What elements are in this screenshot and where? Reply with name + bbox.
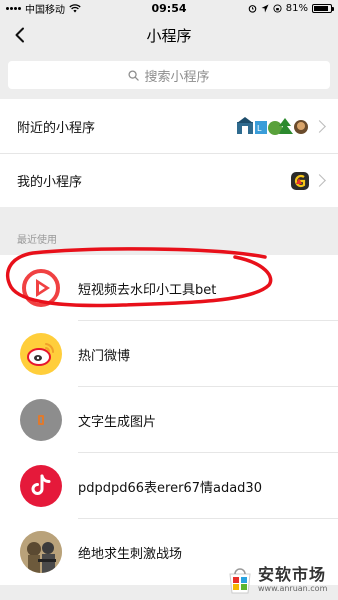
recent-item-label: pdpdpd66表erer67情adad30 (78, 480, 262, 496)
nav-bar: 小程序 (0, 17, 338, 53)
nearby-label: 附近的小程序 (17, 120, 96, 136)
page-title: 小程序 (146, 26, 192, 45)
search-placeholder: 搜索小程序 (144, 69, 210, 85)
recent-item-text-image[interactable]: 文字生成图片 (0, 387, 338, 453)
recent-item-video-watermark[interactable]: 短视频去水印小工具bet (0, 255, 338, 321)
nearby-miniprograms-row[interactable]: 附近的小程序 L (0, 99, 338, 153)
recent-section-label: 最近使用 (17, 235, 57, 246)
pubg-icon (20, 531, 62, 573)
recent-item-label: 短视频去水印小工具bet (78, 282, 217, 298)
recent-item-douyin[interactable]: pdpdpd66表erer67情adad30 (0, 453, 338, 519)
watermark-logo: 安软市场 www.anruan.com (226, 560, 338, 600)
recent-item-label: 热门微博 (78, 348, 131, 364)
chevron-right-icon (313, 119, 326, 133)
my-icons (291, 171, 326, 190)
status-time: 09:54 (151, 2, 187, 15)
tiktok-icon (20, 465, 62, 507)
search-input[interactable]: 搜索小程序 (8, 61, 330, 89)
nearby-app-icons: L (237, 117, 308, 135)
my-app-icon (291, 171, 309, 190)
chevron-right-icon (313, 174, 326, 187)
recent-item-label: 文字生成图片 (78, 414, 157, 430)
weibo-icon (20, 333, 62, 375)
my-miniprograms-row[interactable]: 我的小程序 (0, 153, 338, 207)
text-image-icon (20, 399, 62, 441)
recent-list: 短视频去水印小工具bet 热门微博 文字生成图片 pdpdpd66表erer67… (0, 255, 338, 585)
svg-text:L: L (257, 124, 262, 133)
watermark-en: www.anruan.com (258, 584, 328, 593)
recent-item-weibo[interactable]: 热门微博 (0, 321, 338, 387)
my-label: 我的小程序 (17, 175, 83, 190)
video-play-icon (20, 267, 62, 309)
battery-icon (312, 4, 334, 13)
store-bag-icon (229, 568, 251, 594)
watermark-text: 安软市场 www.anruan.com (258, 567, 327, 593)
recent-item-label: 绝地求生刺激战场 (78, 546, 183, 562)
watermark-cn: 安软市场 (258, 565, 327, 584)
menu-section: 附近的小程序 L 我的小程序 (0, 99, 338, 207)
chevron-left-icon (15, 27, 24, 43)
back-button[interactable] (8, 23, 32, 47)
search-icon (128, 69, 140, 81)
nearby-icons: L (237, 116, 326, 136)
status-bar: 中国移动 09:54 81% (0, 0, 338, 17)
